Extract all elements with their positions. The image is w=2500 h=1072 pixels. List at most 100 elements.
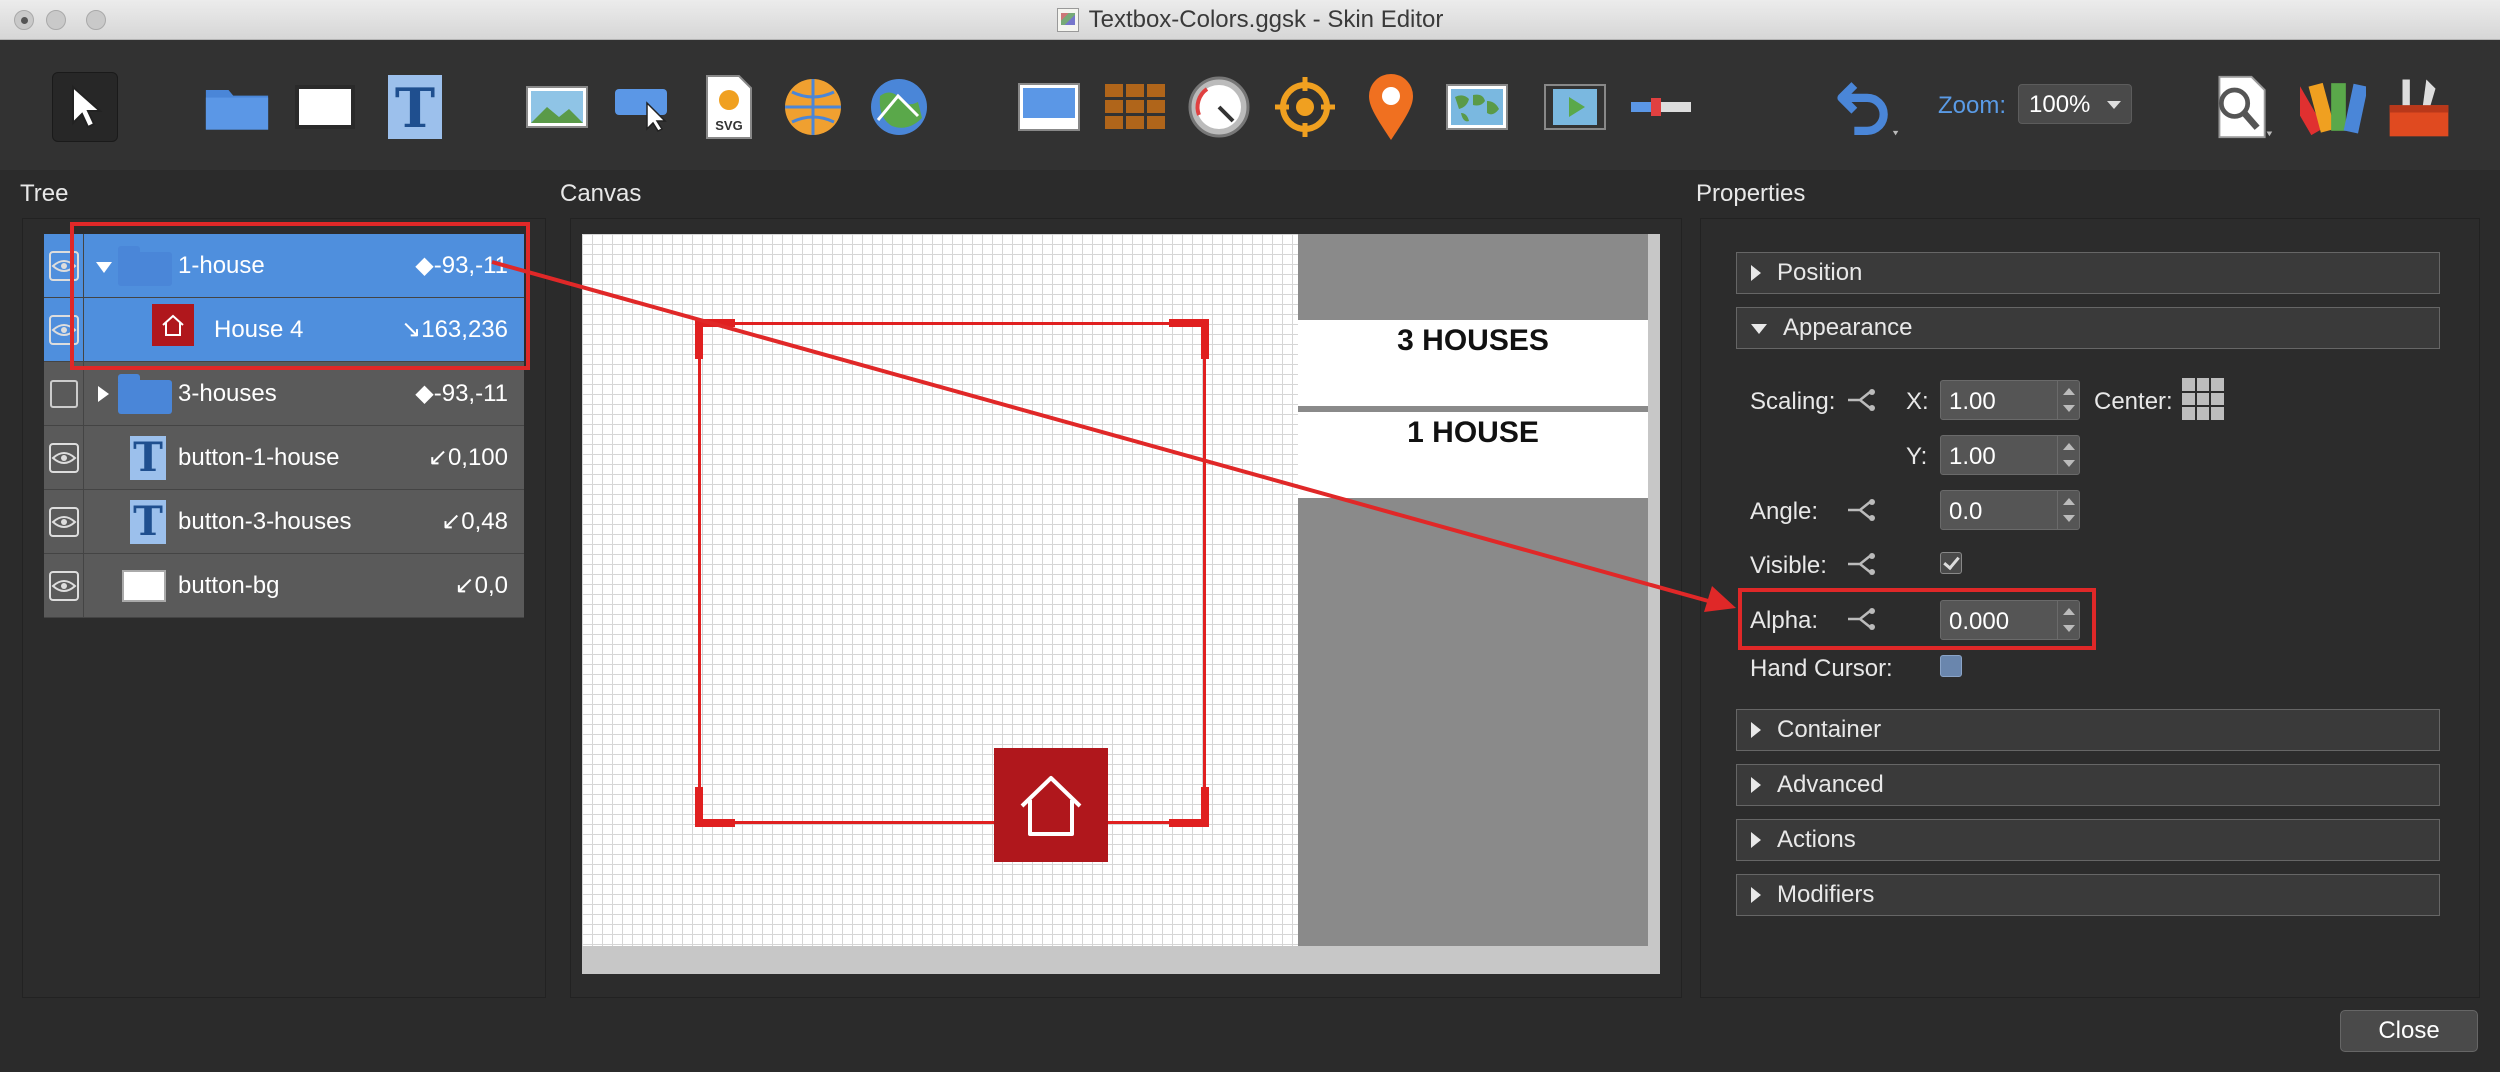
svg-text:SVG: SVG [715,118,742,133]
section-container[interactable]: Container [1736,709,2440,751]
section-actions[interactable]: Actions [1736,819,2440,861]
rectangle-icon [122,570,166,602]
search-tool-button[interactable] [2210,72,2276,142]
text-icon: T [130,436,166,480]
section-container-label: Container [1777,716,1882,743]
toolbox-tool-button[interactable] [2386,72,2452,142]
collapsed-triangle-icon [1751,722,1761,738]
canvas-area[interactable]: 3 HOUSES 1 HOUSE [582,234,1660,974]
visibility-toggle[interactable] [44,554,84,618]
canvas-button-1-house[interactable]: 1 HOUSE [1298,412,1648,498]
text-tool-button[interactable]: T [382,72,448,142]
scale-y-input[interactable]: 1.00 [1940,435,2080,475]
collapsed-triangle-icon [1751,832,1761,848]
grid-tool-button[interactable] [1102,72,1168,142]
close-button[interactable]: Close [2340,1010,2478,1052]
home-icon [1020,776,1082,836]
tree-row-button-3-houses[interactable]: T button-3-houses ↙0,48 [44,490,524,554]
scale-x-input[interactable]: 1.00 [1940,380,2080,420]
dial-tool-button[interactable] [1186,72,1252,142]
hotspot-tool-button[interactable] [780,72,846,142]
angle-input[interactable]: 0.0 [1940,490,2080,530]
cloner-tool-button[interactable] [1016,72,1082,142]
tree-row-3-houses[interactable]: 3-houses ◆-93,-11 [44,362,524,426]
svg-tool-button[interactable]: SVG [696,72,762,142]
spinner-arrows-icon[interactable] [2057,381,2079,419]
expand-arrow-icon[interactable] [98,386,109,402]
tree-row-button-bg[interactable]: button-bg ↙0,0 [44,554,524,618]
scale-x-label: X: [1906,388,1929,415]
undo-button[interactable] [1836,72,1902,142]
dial-icon [1188,76,1250,138]
svg-file-icon: SVG [706,75,752,139]
resize-handle[interactable] [695,319,735,359]
hand-cursor-checkbox[interactable] [1940,655,1962,677]
resize-handle[interactable] [695,787,735,827]
arrow-cursor-icon [72,84,103,129]
rectangle-icon [295,85,355,129]
map-image-tool-button[interactable] [1444,72,1510,142]
section-advanced-label: Advanced [1777,771,1884,798]
canvas-button-1-label: 1 HOUSE [1407,416,1539,449]
section-position[interactable]: Position [1736,252,2440,294]
target-tool-button[interactable] [1272,72,1338,142]
title-bar: Textbox-Colors.ggsk - Skin Editor [0,0,2500,40]
eye-icon [48,507,79,537]
scaling-label: Scaling: [1750,388,1836,415]
image-icon [526,86,588,128]
text-icon: T [388,75,442,139]
image-tool-button[interactable] [524,72,590,142]
toolbar: T SVG Zoom: 100% [0,40,2500,170]
link-icon[interactable] [1846,552,1878,576]
center-anchor-grid-icon[interactable] [2182,378,2224,420]
folder-icon [205,90,269,130]
tree-row-position: ↙0,100 [427,444,508,471]
section-appearance[interactable]: Appearance [1736,307,2440,349]
crosshair-icon [1275,77,1335,137]
video-icon [1544,84,1606,130]
selection-box[interactable] [695,319,1209,827]
scale-x-value: 1.00 [1949,388,1996,415]
visible-label: Visible: [1750,552,1827,579]
select-tool-button[interactable] [52,72,118,142]
angle-label: Angle: [1750,498,1819,525]
scale-y-value: 1.00 [1949,443,1996,470]
rectangle-tool-button[interactable] [292,72,358,142]
section-actions-label: Actions [1777,826,1856,853]
section-advanced[interactable]: Advanced [1736,764,2440,806]
document-icon [1056,8,1079,32]
tree-row-label: 3-houses [178,379,277,407]
pin-tool-button[interactable] [1358,72,1424,142]
world-map-icon [1446,84,1508,130]
container-tool-button[interactable] [204,72,270,142]
tree-row-position: ↙0,0 [454,572,508,599]
visibility-toggle[interactable] [44,490,84,554]
tree-highlight-box [70,222,530,370]
map-tool-button[interactable] [866,72,932,142]
expanded-triangle-icon [1751,324,1767,334]
visible-checkbox[interactable] [1940,552,1962,574]
canvas-button-3-houses[interactable]: 3 HOUSES [1298,320,1648,406]
house-element[interactable] [994,748,1108,862]
button-cursor-icon [615,89,667,132]
section-modifiers[interactable]: Modifiers [1736,874,2440,916]
link-icon[interactable] [1846,498,1878,522]
video-tool-button[interactable] [1542,72,1608,142]
visibility-toggle[interactable] [44,426,84,490]
palette-tool-button[interactable] [2300,72,2366,142]
magnifier-document-icon [2218,75,2273,139]
visibility-toggle[interactable] [44,362,84,426]
resize-handle[interactable] [1169,787,1209,827]
alpha-highlight-box [1738,588,2096,650]
spinner-arrows-icon[interactable] [2057,491,2079,529]
button-tool-button[interactable] [610,72,676,142]
tree-row-button-1-house[interactable]: T button-1-house ↙0,100 [44,426,524,490]
slider-tool-button[interactable] [1628,72,1694,142]
link-icon[interactable] [1846,388,1878,412]
tree-row-label: button-1-house [178,443,340,471]
zoom-select[interactable]: 100% [2018,84,2132,124]
spinner-arrows-icon[interactable] [2057,436,2079,474]
section-appearance-label: Appearance [1783,314,1913,341]
resize-handle[interactable] [1169,319,1209,359]
tree-section-label: Tree [20,180,69,207]
